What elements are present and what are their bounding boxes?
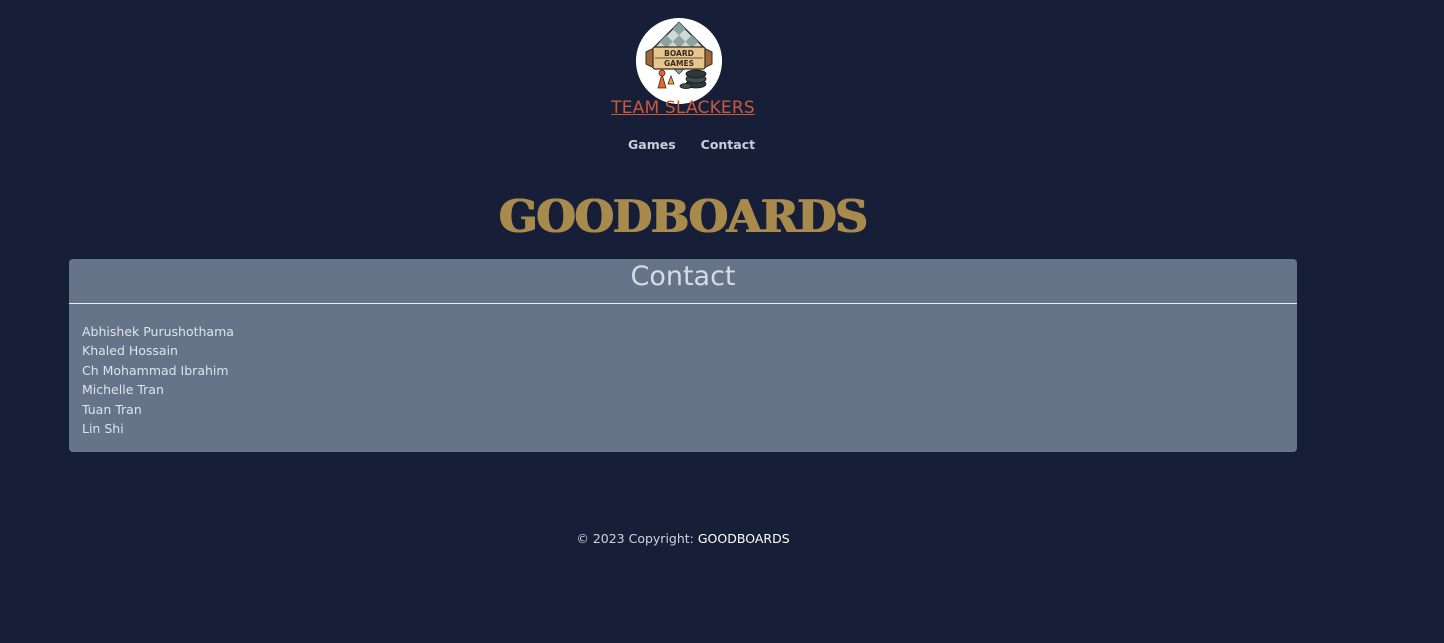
list-item: Tuan Tran — [82, 401, 142, 417]
board-games-logo-graphic: BOARD GAMES — [636, 18, 722, 104]
list-item: Khaled Hossain — [82, 343, 178, 359]
team-name-link[interactable]: TEAM SLACKERS — [560, 98, 806, 118]
logo-text-games: GAMES — [664, 59, 694, 68]
list-item: Michelle Tran — [82, 382, 164, 398]
nav-item-games[interactable]: Games — [616, 137, 676, 152]
list-item: Abhishek Purushothama — [82, 324, 234, 339]
brand-title: GOODBOARDS — [499, 190, 868, 243]
main-nav: Games Contact — [616, 137, 755, 152]
list-item: Lin Shi — [82, 421, 124, 437]
footer-goodboards-link[interactable]: GOODBOARDS — [698, 531, 790, 546]
logo-text-board: BOARD — [664, 49, 694, 58]
contact-list: Abhishek Purushothama Khaled Hossain Ch … — [82, 322, 234, 438]
site-footer: © 2023 Copyright: GOODBOARDS — [0, 531, 1366, 546]
contact-card-title: Contact — [69, 259, 1297, 304]
contact-card: Contact Abhishek Purushothama Khaled Hos… — [69, 259, 1297, 452]
nav-item-contact[interactable]: Contact — [701, 137, 755, 152]
copyright-text: © 2023 Copyright: — [576, 531, 698, 546]
list-item: Ch Mohammad Ibrahim — [82, 362, 229, 378]
board-games-logo[interactable]: BOARD GAMES — [636, 18, 722, 104]
